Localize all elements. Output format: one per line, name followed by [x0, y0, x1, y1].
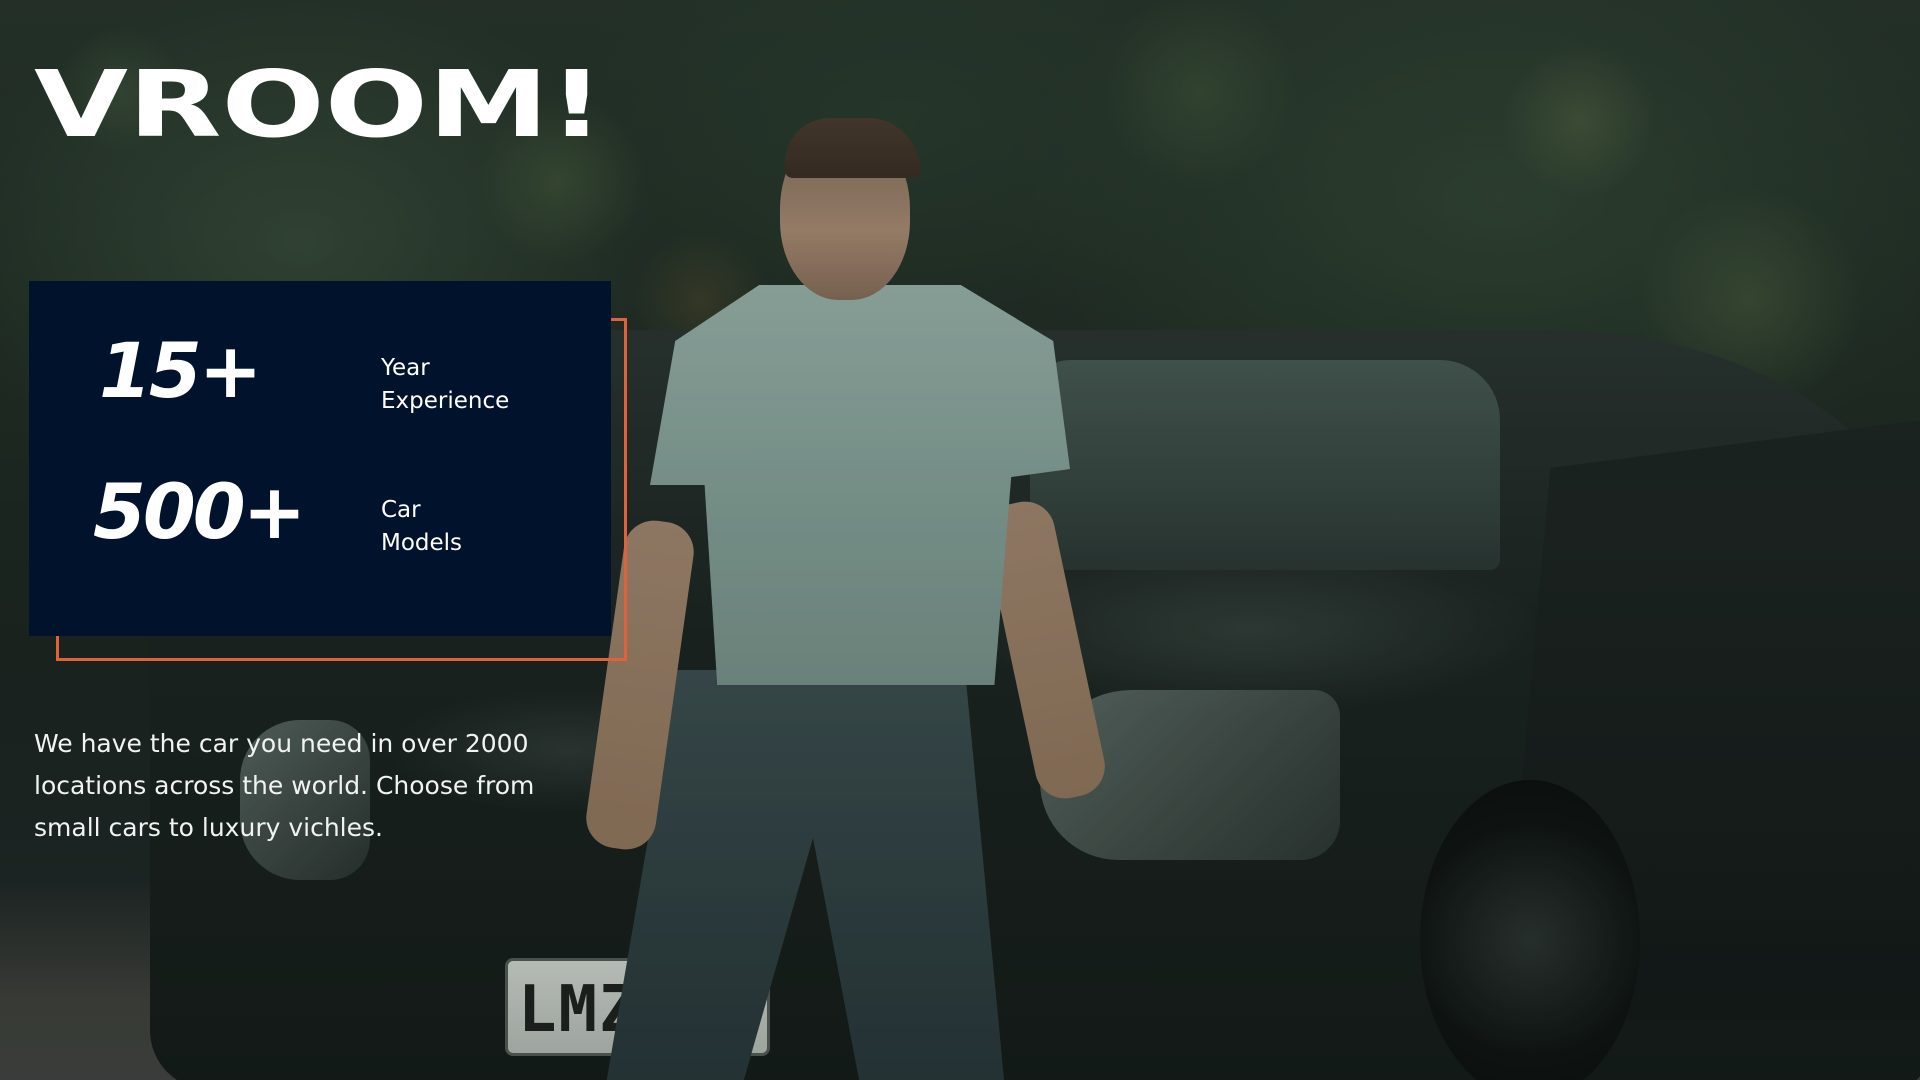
- brand-title: VROOM!: [34, 51, 605, 158]
- stat-models-label-line2: Models: [381, 530, 463, 556]
- tagline-paragraph: We have the car you need in over 2000 lo…: [34, 723, 604, 849]
- tagline-line3: small cars to luxury vichles.: [34, 813, 383, 842]
- tagline-line2: locations across the world. Choose from: [34, 771, 535, 800]
- stat-years-label-line2: Experience: [381, 388, 510, 414]
- hero-slide: LMZ 5 VROOM! 15+ Year Experience 500+ Ca…: [0, 0, 1920, 1080]
- stat-models-label: Car Models: [381, 494, 462, 560]
- stat-years-value: 15+: [99, 326, 262, 415]
- stat-models-value: 500+: [93, 467, 306, 556]
- stat-models-label-line1: Car: [381, 497, 421, 523]
- tagline-line1: We have the car you need in over 2000: [34, 729, 529, 758]
- stat-years-label-line1: Year: [381, 355, 430, 381]
- stat-years-label: Year Experience: [381, 352, 509, 418]
